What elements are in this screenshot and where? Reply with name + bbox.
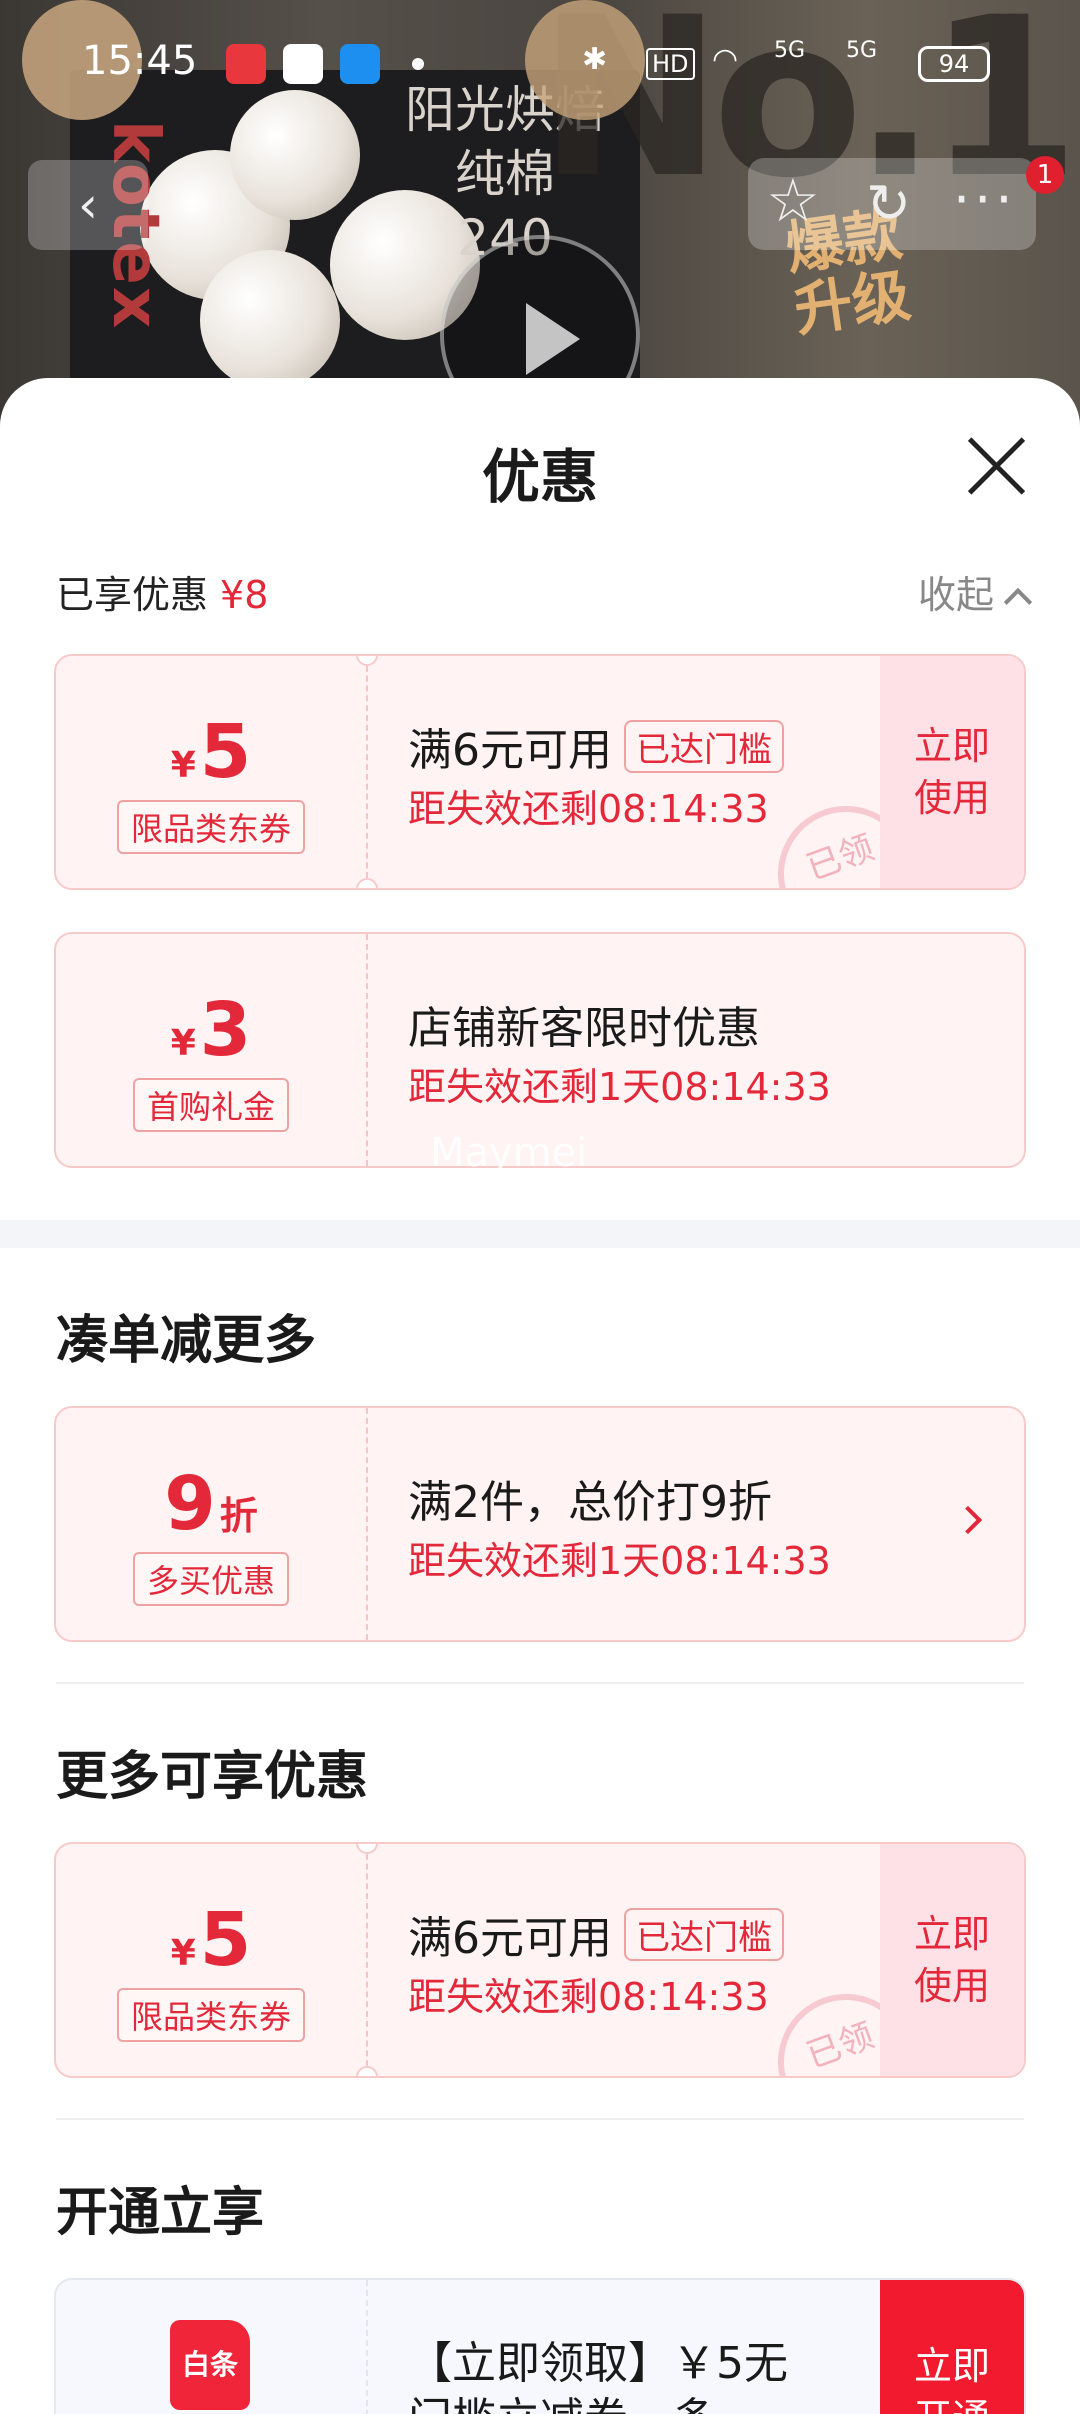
app-notification-icon [226,44,266,84]
section-title-more: 更多可享优惠 [56,1747,369,1807]
coupon-card[interactable]: ¥5 限品类东券 满6元可用 已达门槛 距失效还剩08:14:33 已领 立即 使用 [54,654,1026,890]
cotton-image [200,250,340,390]
signal-icon: 5G [846,38,878,63]
close-icon[interactable] [962,432,1030,500]
discount-sheet: 优惠 已享优惠 ¥8 收起 ¥5 限品类东券 满6元可用 已达门槛 距失效还剩08:… [0,378,1080,2414]
divider [56,2118,1024,2120]
wifi-icon: ◠ [712,42,739,77]
coupon-value: 9折 [164,1461,258,1547]
open-now-button[interactable]: 立即开通 [880,2280,1024,2414]
coupon-expire: 距失效还剩08:14:33 [408,1975,769,2019]
top-action-bar: ☆ ↻ ··· [748,158,1036,250]
collapse-button[interactable]: 收起 [918,564,1033,619]
app-notification-icon [340,44,380,84]
status-bar: 15:45 ✱ HD ◠ 5G 5G 94 [0,0,1080,130]
enjoyed-discount: 已享优惠 ¥8 [56,573,269,617]
coupon-value: ¥5 [170,1897,252,1983]
coupon-title: 满2件，总价打9折 [408,1477,772,1528]
watermark: Maymei [430,1130,588,1176]
coupon-value: ¥3 [170,987,252,1073]
hd-icon: HD [646,48,695,80]
app-notification-icon [283,44,323,84]
coupon-title: 店铺新客限时优惠 [408,1003,760,1054]
coupon-value: ¥5 [170,709,252,795]
use-now-button[interactable]: 立即 使用 [880,1844,1024,2076]
bluetooth-icon: ✱ [582,42,608,77]
favorite-star-icon[interactable]: ☆ [766,166,820,236]
chevron-left-icon: ‹ [78,176,98,234]
coupon-expire: 距失效还剩08:14:33 [408,787,769,831]
notification-badge: 1 [1026,156,1064,194]
baitiao-card[interactable]: 白条 【立即领取】￥5无 门槛立减券，多 立即开通 [54,2278,1026,2414]
baitiao-offer-text: 【立即领取】￥5无 门槛立减券，多 [408,2338,788,2414]
multi-buy-coupon-card[interactable]: 9折 多买优惠 满2件，总价打9折 距失效还剩1天08:14:33 [54,1406,1026,1642]
signal-icon: 5G [774,38,806,63]
coupon-tag: 首购礼金 [56,1078,366,1132]
enjoyed-amount: ¥8 [220,573,269,617]
section-title-open: 开通立享 [56,2183,265,2243]
battery-icon: 94 [918,46,990,82]
back-button[interactable]: ‹ [28,160,148,250]
coupon-expire: 距失效还剩1天08:14:33 [408,1065,831,1109]
coupon-tag: 限品类东券 [56,1988,366,2042]
section-title-bundle: 凑单减更多 [56,1311,317,1371]
chevron-up-icon [1003,587,1033,617]
divider [56,1682,1024,1684]
threshold-reached-badge: 已达门槛 [624,1908,784,1961]
threshold-reached-badge: 已达门槛 [624,720,784,773]
status-time: 15:45 [82,38,198,84]
sheet-title: 优惠 [481,443,598,511]
share-icon[interactable]: ↻ [866,172,911,235]
coupon-tag: 限品类东券 [56,800,366,854]
coupon-tag: 多买优惠 [56,1552,366,1606]
coupon-title: 满6元可用 已达门槛 [408,1902,784,1966]
use-now-button[interactable]: 立即 使用 [880,656,1024,888]
chevron-right-icon [953,1505,983,1535]
coupon-expire: 距失效还剩1天08:14:33 [408,1539,831,1583]
more-icon[interactable]: ··· [953,168,1017,231]
coupon-card[interactable]: ¥5 限品类东券 满6元可用 已达门槛 距失效还剩08:14:33 已领 立即 使用 [54,1842,1026,2078]
section-divider [0,1220,1080,1248]
coupon-title: 满6元可用 已达门槛 [408,714,784,778]
baitiao-logo: 白条 [170,2320,250,2410]
more-notifications-dot [412,58,424,70]
